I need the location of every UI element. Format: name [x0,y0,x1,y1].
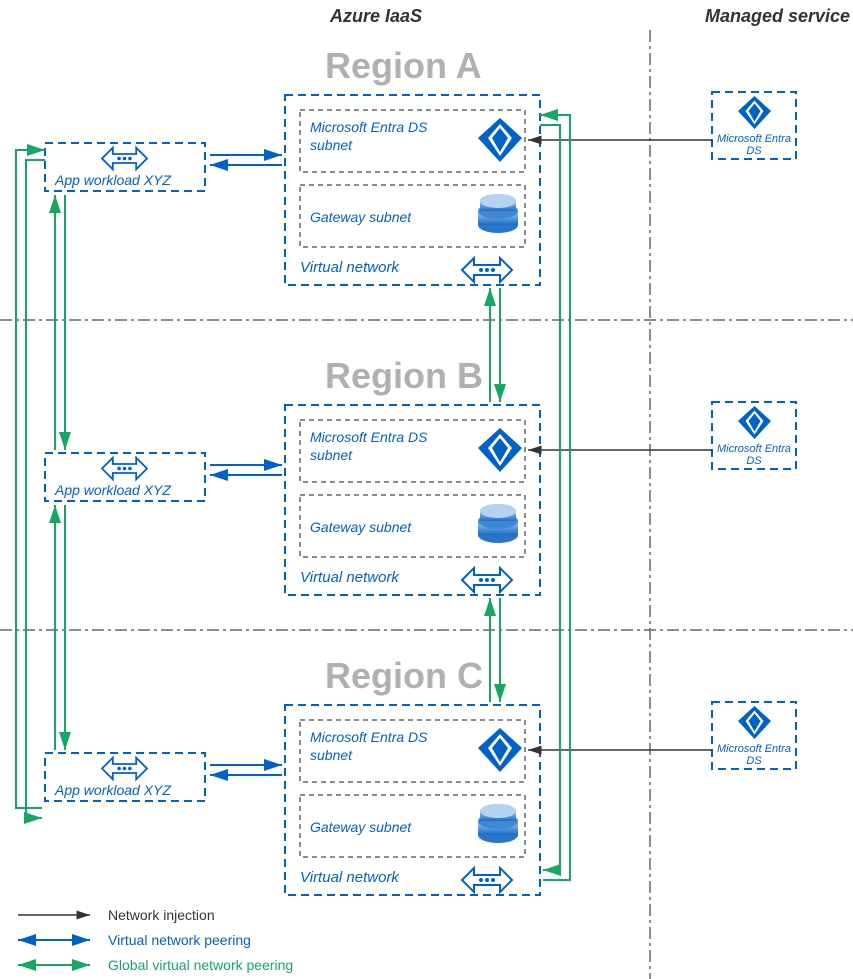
app-workload-a-label: App workload XYZ [54,172,171,188]
managed-entra-c-label-1: Microsoft Entra [717,743,791,755]
entra-subnet-c-label-1: Microsoft Entra DS [310,729,428,745]
entra-subnet-c-label-2: subnet [310,747,353,763]
global-vnet-ac-2 [540,125,560,870]
vnet-icon [462,258,512,282]
legend-label-global: Global virtual network peering [108,957,293,973]
gateway-icon [478,504,518,543]
entra-subnet-a-label-2: subnet [310,137,353,153]
architecture-diagram: Azure IaaS Managed service Region A Micr… [0,0,853,979]
entra-ds-icon [738,406,771,439]
vnet-b-label: Virtual network [300,569,400,586]
entra-ds-icon [478,118,522,162]
vnet-icon [102,758,147,780]
managed-entra-b-label-2: DS [746,455,762,467]
app-workload-c-label: App workload XYZ [54,782,171,798]
vnet-icon [462,868,512,892]
vnet-icon [462,568,512,592]
vnet-icon [102,458,147,480]
vnet-c-label: Virtual network [300,869,400,886]
vnet-icon [102,148,147,170]
entra-subnet-b-label-2: subnet [310,447,353,463]
gateway-subnet-c-label: Gateway subnet [310,819,412,835]
region-b-title: Region B [325,355,483,396]
gateway-icon [478,194,518,233]
legend-label-injection: Network injection [108,907,215,923]
app-workload-b-label: App workload XYZ [54,482,171,498]
entra-ds-icon [738,706,771,739]
entra-ds-icon [738,96,771,129]
managed-entra-c-label-2: DS [746,755,762,767]
entra-ds-icon [478,428,522,472]
gateway-subnet-b-label: Gateway subnet [310,519,412,535]
legend-label-peering: Virtual network peering [108,932,251,948]
entra-subnet-a-label-1: Microsoft Entra DS [310,119,428,135]
managed-entra-a-label-1: Microsoft Entra [717,133,791,145]
gateway-icon [478,804,518,843]
header-managed: Managed service [705,6,850,26]
vnet-a-label: Virtual network [300,259,400,276]
global-app-ac-2 [26,160,45,818]
global-vnet-ac-1 [540,115,570,880]
managed-entra-a-label-2: DS [746,145,762,157]
entra-ds-icon [478,728,522,772]
gateway-subnet-a-label: Gateway subnet [310,209,412,225]
managed-entra-b-label-1: Microsoft Entra [717,443,791,455]
region-c-title: Region C [325,655,483,696]
legend: Network injection Virtual network peerin… [18,907,293,973]
header-iaas: Azure IaaS [329,6,422,26]
global-app-ac-1 [16,150,45,808]
entra-subnet-b-label-1: Microsoft Entra DS [310,429,428,445]
region-a-title: Region A [325,45,482,86]
